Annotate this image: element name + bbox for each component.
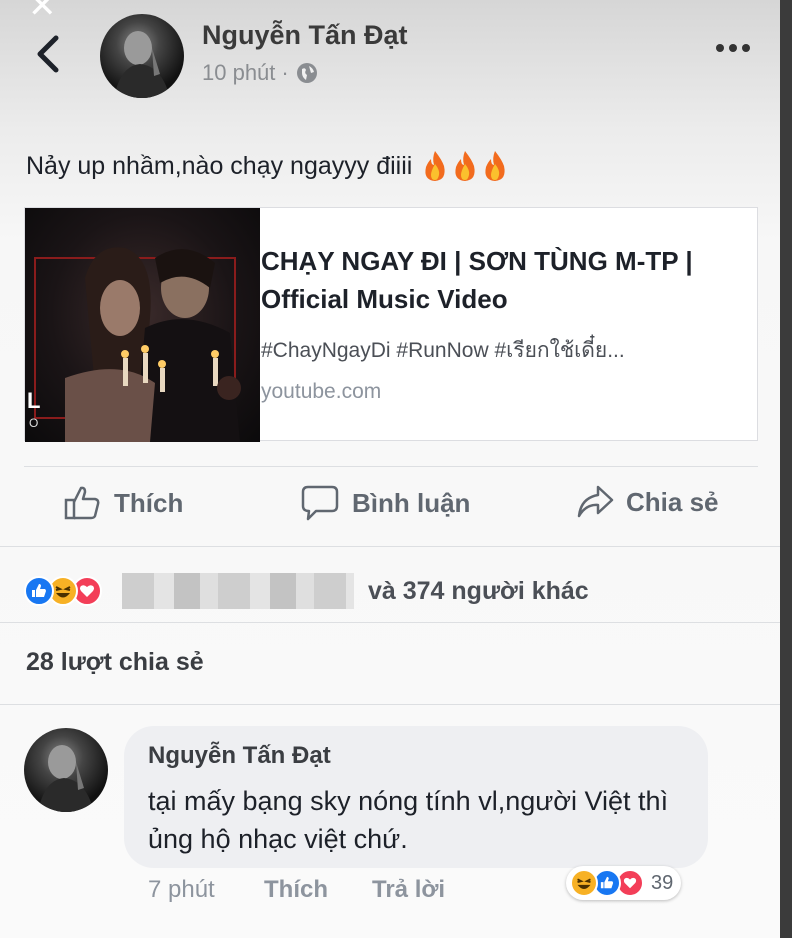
comment-reaction-count: 39 bbox=[651, 871, 674, 894]
link-description: #ChayNgayDi #RunNow #เรียกใช้เดี๋ย... bbox=[261, 339, 625, 362]
like-label: Thích bbox=[114, 487, 184, 518]
comment-author[interactable]: Nguyễn Tấn Đạt bbox=[148, 742, 331, 770]
reactions-summary[interactable]: và 374 người khác bbox=[24, 568, 589, 614]
thumbs-up-icon bbox=[64, 486, 100, 520]
share-arrow-icon bbox=[577, 485, 614, 518]
like-reaction-icon bbox=[24, 576, 54, 606]
close-icon[interactable]: ✕ bbox=[28, 0, 57, 26]
comment-reactions[interactable]: 39 bbox=[566, 866, 682, 900]
like-button[interactable]: Thích bbox=[64, 484, 183, 522]
reactions-summary-text[interactable]: và 374 người khác bbox=[368, 577, 589, 606]
post-body: Nảy up nhầm,nào chạy ngayyy điiii bbox=[26, 150, 508, 182]
globe-icon bbox=[296, 63, 317, 83]
post-time[interactable]: 10 phút bbox=[202, 60, 275, 86]
comment-button[interactable]: Bình luận bbox=[300, 484, 470, 522]
fire-emoji-icon bbox=[425, 151, 445, 181]
thumbnail-letter: L bbox=[27, 388, 41, 413]
commenter-avatar[interactable] bbox=[24, 728, 108, 812]
divider bbox=[24, 466, 758, 467]
thumbnail-letter: O bbox=[29, 416, 39, 430]
link-preview-card[interactable]: L O CHẠY NGAY ĐI | SƠN TÙNG M-TP | Offic… bbox=[24, 207, 758, 442]
divider bbox=[0, 546, 780, 547]
share-count[interactable]: 28 lượt chia sẻ bbox=[26, 648, 204, 677]
post-view: ✕ Nguyễn Tấn Đạt 10 phút · Nảy up nhầm,n… bbox=[0, 0, 780, 938]
more-options-icon[interactable] bbox=[716, 40, 756, 56]
haha-reaction-icon bbox=[570, 869, 598, 897]
fire-emoji-icon bbox=[455, 151, 475, 181]
back-arrow-icon[interactable] bbox=[32, 32, 66, 76]
comment-like-button[interactable]: Thích bbox=[264, 876, 328, 904]
video-thumbnail[interactable]: L O bbox=[25, 208, 260, 442]
divider bbox=[0, 704, 780, 705]
comment-time: 7 phút bbox=[148, 876, 215, 903]
post-text: Nảy up nhầm,nào chạy ngayyy điiii bbox=[26, 151, 413, 180]
comment-bubble-icon bbox=[301, 485, 339, 521]
blurred-names bbox=[122, 573, 354, 609]
fire-emoji-icon bbox=[485, 151, 505, 181]
link-title[interactable]: CHẠY NGAY ĐI | SƠN TÙNG M-TP | Official … bbox=[261, 242, 711, 318]
comment-reply-button[interactable]: Trả lời bbox=[372, 876, 445, 904]
link-domain: youtube.com bbox=[261, 380, 382, 403]
screen-edge bbox=[780, 0, 792, 938]
comment-label: Bình luận bbox=[352, 487, 471, 518]
author-avatar[interactable] bbox=[100, 14, 184, 98]
share-button[interactable]: Chia sẻ bbox=[576, 484, 719, 520]
comment-text: tại mấy bạng sky nóng tính vl,người Việt… bbox=[148, 786, 669, 854]
post-meta: 10 phút · bbox=[202, 60, 319, 86]
share-label: Chia sẻ bbox=[626, 486, 719, 517]
post-author-name[interactable]: Nguyễn Tấn Đạt bbox=[202, 20, 408, 51]
divider bbox=[0, 622, 780, 623]
meta-separator: · bbox=[281, 60, 289, 85]
